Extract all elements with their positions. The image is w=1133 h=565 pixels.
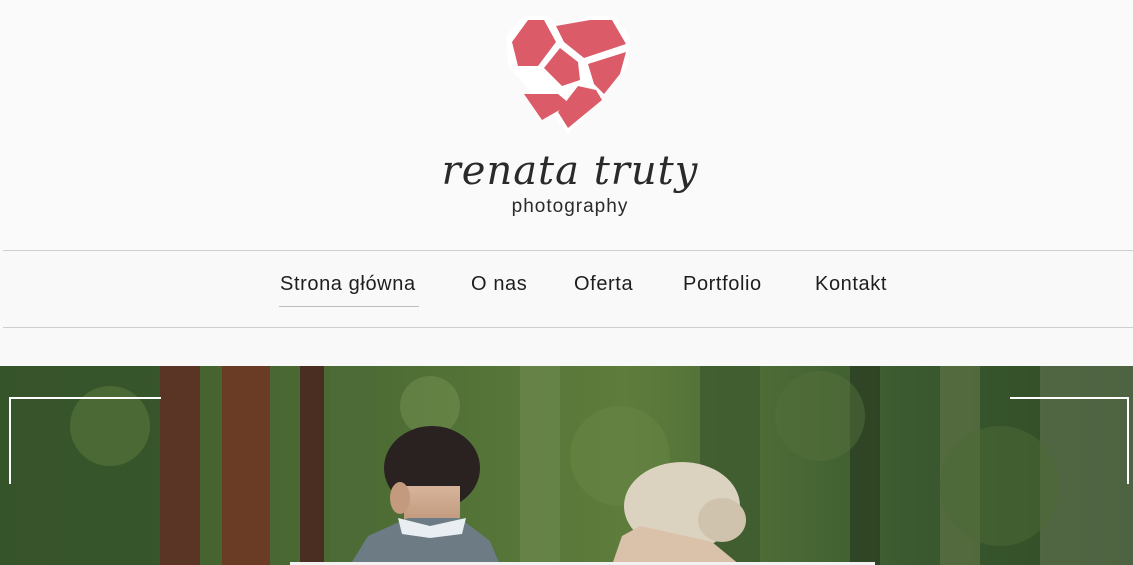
- heart-aperture-logo-icon[interactable]: [498, 8, 638, 138]
- nav-divider-bottom: [3, 327, 1133, 328]
- hero-image: [0, 366, 1133, 565]
- brand-tagline: photography: [511, 196, 629, 217]
- forest-couple-photo: [0, 366, 1133, 565]
- nav-item-portfolio[interactable]: Portfolio: [683, 269, 762, 299]
- frame-corner-top-right: [1010, 397, 1129, 484]
- nav-item-oferta[interactable]: Oferta: [574, 269, 633, 299]
- main-navigation: Strona główna O nas Oferta Portfolio Kon…: [0, 251, 1133, 327]
- nav-item-kontakt[interactable]: Kontakt: [815, 269, 887, 299]
- frame-corner-top-left: [9, 397, 161, 484]
- site-header: renata truty photography: [0, 0, 1133, 250]
- brand-name[interactable]: renata truty: [440, 146, 700, 196]
- nav-item-strona-glowna[interactable]: Strona główna: [279, 269, 419, 307]
- nav-item-o-nas[interactable]: O nas: [471, 269, 527, 299]
